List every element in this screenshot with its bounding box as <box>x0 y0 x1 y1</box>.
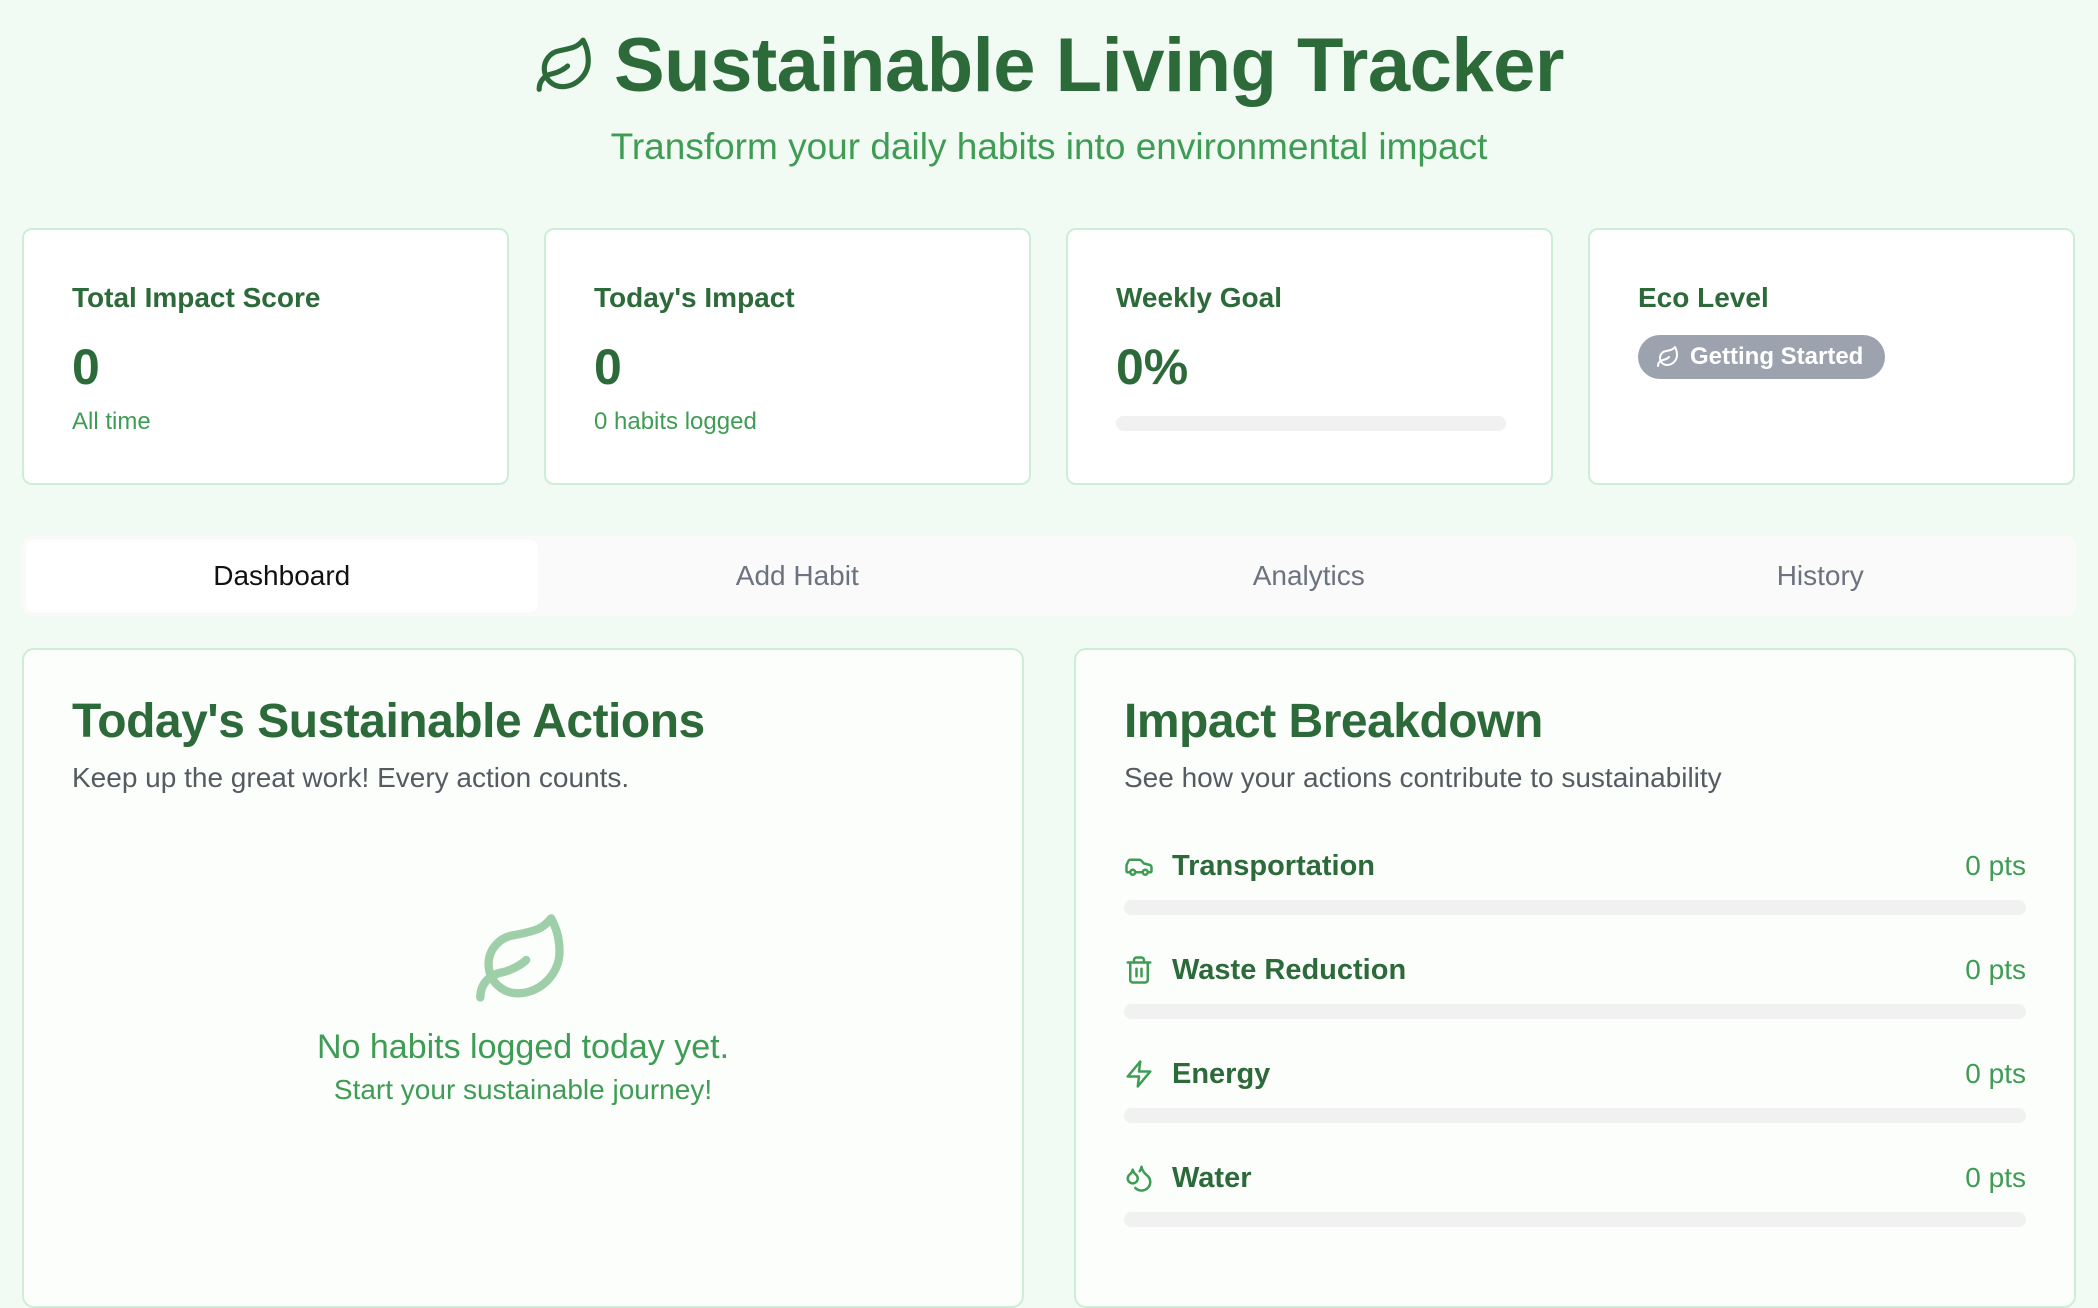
eco-level-badge: Getting Started <box>1638 335 1886 379</box>
eco-level-badge-text: Getting Started <box>1690 343 1864 370</box>
todays-impact-label: Today's Impact <box>594 282 795 313</box>
total-impact-value: 0 <box>72 339 100 395</box>
category-progress-bar <box>1124 1108 2026 1123</box>
weekly-goal-value: 0% <box>1116 339 1189 395</box>
total-impact-label: Total Impact Score <box>72 282 321 313</box>
droplets-icon <box>1126 1165 1152 1192</box>
weekly-goal-card: Weekly Goal 0% <box>1066 228 1553 485</box>
main-tabs: Dashboard Add Habit Analytics History <box>22 536 2076 616</box>
leaf-icon <box>476 914 564 1002</box>
tab-history[interactable]: History <box>1565 536 2077 616</box>
category-label: Waste Reduction <box>1172 953 1407 986</box>
weekly-goal-progress-bar <box>1116 416 1506 431</box>
todays-impact-value: 0 <box>594 339 622 395</box>
title-row: Sustainable Living Tracker <box>0 22 2098 109</box>
category-points: 0 pts <box>1965 1162 2026 1193</box>
todays-actions-title: Today's Sustainable Actions <box>72 695 705 748</box>
eco-level-card: Eco Level Getting Started <box>1588 228 2075 485</box>
category-row-energy: Energy 0 pts <box>1124 1054 2026 1154</box>
total-impact-sub: All time <box>72 408 151 435</box>
todays-actions-panel: Today's Sustainable Actions Keep up the … <box>22 648 1024 1308</box>
leaf-icon <box>1657 346 1678 367</box>
todays-actions-description: Keep up the great work! Every action cou… <box>72 762 630 793</box>
page-title: Sustainable Living Tracker <box>613 23 1565 108</box>
tab-analytics[interactable]: Analytics <box>1053 536 1565 616</box>
tab-dashboard[interactable]: Dashboard <box>26 540 538 612</box>
eco-level-label: Eco Level <box>1638 282 1769 313</box>
category-progress-bar <box>1124 1212 2026 1227</box>
category-progress-bar <box>1124 900 2026 915</box>
impact-breakdown-description: See how your actions contribute to susta… <box>1124 762 1722 793</box>
habits-logged-count: 0 habits logged <box>594 408 757 435</box>
todays-impact-card: Today's Impact 0 0 habits logged <box>544 228 1031 485</box>
category-label: Energy <box>1172 1057 1271 1090</box>
category-points: 0 pts <box>1965 850 2026 881</box>
tab-add-habit[interactable]: Add Habit <box>542 536 1054 616</box>
weekly-goal-label: Weekly Goal <box>1116 282 1283 313</box>
car-icon <box>1125 858 1153 876</box>
category-points: 0 pts <box>1965 954 2026 985</box>
category-progress-bar <box>1124 1004 2026 1019</box>
impact-breakdown-panel: Impact Breakdown See how your actions co… <box>1074 648 2076 1308</box>
empty-state-message: No habits logged today yet. <box>316 1028 730 1066</box>
category-header: Energy 0 pts <box>1124 1054 2026 1094</box>
empty-state-subtext: Start your sustainable journey! <box>333 1074 713 1105</box>
category-label: Water <box>1172 1161 1252 1194</box>
category-header: Water 0 pts <box>1124 1158 2026 1198</box>
page-subtitle: Transform your daily habits into environ… <box>610 126 1488 167</box>
category-label: Transportation <box>1172 849 1376 882</box>
leaf-icon <box>536 37 591 92</box>
category-row-waste-reduction: Waste Reduction 0 pts <box>1124 950 2026 1050</box>
total-impact-card: Total Impact Score 0 All time <box>22 228 509 485</box>
category-row-transportation: Transportation 0 pts <box>1124 846 2026 946</box>
lightning-icon <box>1126 1060 1152 1088</box>
impact-breakdown-title: Impact Breakdown <box>1124 695 1543 748</box>
trash-icon <box>1126 956 1152 984</box>
category-row-water: Water 0 pts <box>1124 1158 2026 1258</box>
category-header: Transportation 0 pts <box>1124 846 2026 886</box>
category-points: 0 pts <box>1965 1058 2026 1089</box>
category-header: Waste Reduction 0 pts <box>1124 950 2026 990</box>
